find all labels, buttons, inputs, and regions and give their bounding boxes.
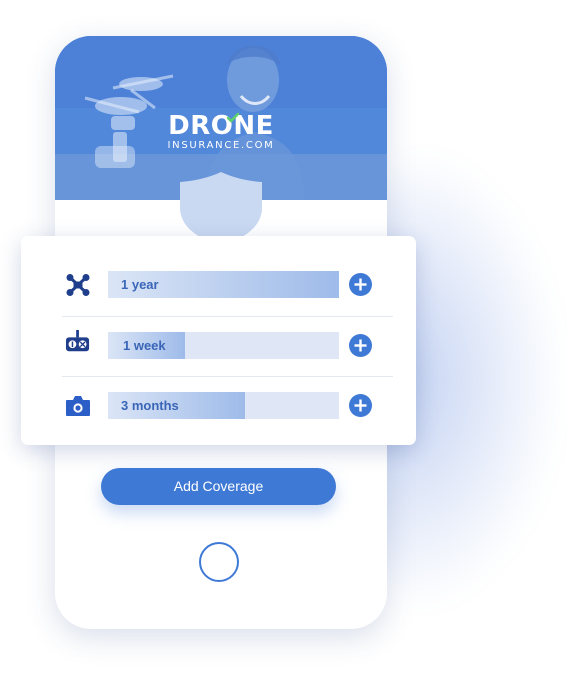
logo-check-icon (226, 112, 240, 123)
row-divider (62, 316, 393, 317)
logo-domain: INSURANCE.COM (167, 140, 275, 151)
row-divider (62, 376, 393, 377)
plus-circle-icon[interactable] (349, 273, 372, 296)
shield-icon (180, 172, 262, 244)
plus-circle-icon[interactable] (349, 334, 372, 357)
home-button[interactable] (199, 542, 239, 582)
drone-icon (66, 274, 90, 296)
coverage-bar-camera: 3 months (108, 392, 339, 419)
remote-controller-icon (66, 330, 90, 352)
coverage-duration-label: 1 week (123, 338, 166, 353)
coverage-bar-controller: 1 week (108, 332, 339, 359)
coverage-bar-drone: 1 year (108, 271, 339, 298)
coverage-row-camera: 3 months (21, 386, 416, 426)
coverage-duration-label: 1 year (121, 277, 159, 292)
plus-circle-icon[interactable] (349, 394, 372, 417)
add-coverage-button[interactable]: Add Coverage (101, 468, 336, 505)
coverage-card: 1 year 1 week 3 months (21, 236, 416, 445)
coverage-row-controller: 1 week (21, 326, 416, 366)
coverage-row-drone: 1 year (21, 265, 416, 305)
camera-icon (66, 396, 90, 416)
brand-logo: DRONE INSURANCE.COM (163, 112, 279, 152)
coverage-duration-label: 3 months (121, 398, 179, 413)
logo-wordmark: DRONE (168, 111, 274, 141)
